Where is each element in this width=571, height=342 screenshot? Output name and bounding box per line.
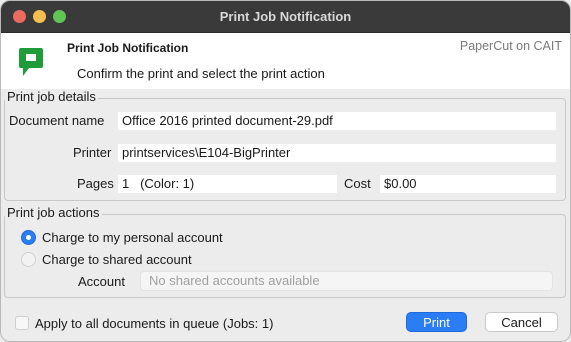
title-bar[interactable]: Print Job Notification bbox=[1, 1, 570, 33]
print-job-details-legend: Print job details bbox=[5, 89, 98, 104]
print-button[interactable]: Print bbox=[406, 312, 467, 332]
document-name-field: Office 2016 printed document-29.pdf bbox=[118, 112, 556, 130]
header-title: Print Job Notification bbox=[67, 41, 189, 55]
print-job-actions-group: Print job actions Charge to my personal … bbox=[4, 205, 566, 298]
printer-label: Printer bbox=[73, 145, 112, 160]
dialog-header: Print Job Notification PaperCut on CAIT … bbox=[1, 33, 570, 89]
window-title: Print Job Notification bbox=[219, 9, 352, 24]
personal-account-label[interactable]: Charge to my personal account bbox=[42, 230, 223, 245]
shared-account-radio[interactable] bbox=[21, 252, 36, 267]
pages-label: Pages bbox=[77, 176, 114, 191]
personal-account-radio[interactable] bbox=[21, 230, 36, 245]
print-job-dialog: Print Job Notification Print Job Notific… bbox=[0, 0, 571, 342]
shared-account-label[interactable]: Charge to shared account bbox=[42, 252, 192, 267]
cost-field: $0.00 bbox=[380, 175, 556, 193]
header-brand: PaperCut on CAIT bbox=[459, 39, 562, 53]
cancel-button[interactable]: Cancel bbox=[485, 312, 558, 332]
header-subtitle: Confirm the print and select the print a… bbox=[77, 66, 325, 81]
account-label: Account bbox=[78, 274, 125, 289]
papercut-logo-icon bbox=[19, 48, 43, 76]
print-job-details-group: Print job details Document name Office 2… bbox=[4, 89, 566, 201]
apply-all-label[interactable]: Apply to all documents in queue (Jobs: 1… bbox=[35, 316, 273, 331]
pages-field: 1 (Color: 1) bbox=[118, 175, 337, 193]
print-job-actions-legend: Print job actions bbox=[5, 205, 102, 220]
document-name-label: Document name bbox=[9, 113, 105, 128]
apply-all-checkbox[interactable] bbox=[15, 316, 29, 330]
printer-field: printservices\E104-BigPrinter bbox=[118, 144, 556, 162]
cost-label: Cost bbox=[344, 176, 371, 191]
shared-account-select[interactable]: No shared accounts available bbox=[140, 271, 553, 291]
